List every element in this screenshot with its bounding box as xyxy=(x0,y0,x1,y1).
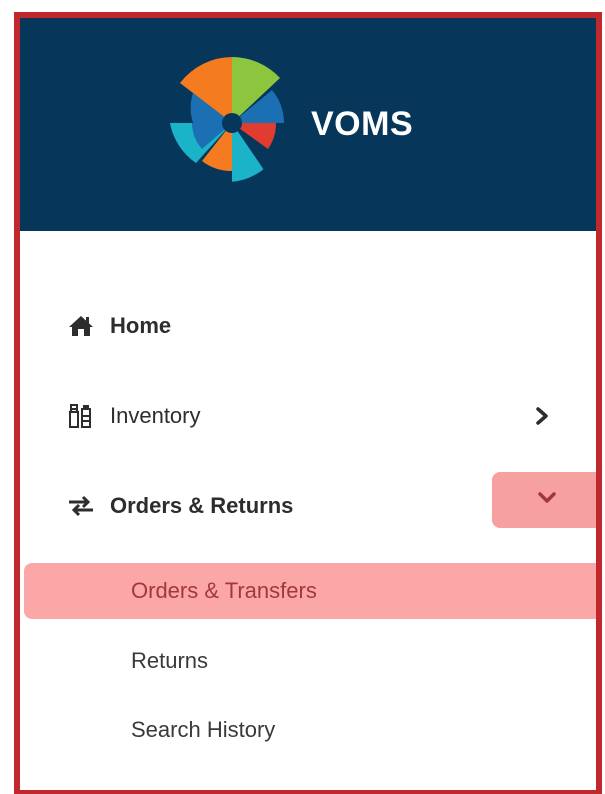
chevron-down-icon xyxy=(537,491,557,510)
nav-item-inventory[interactable]: Inventory xyxy=(20,394,596,438)
submenu-item-returns[interactable]: Returns xyxy=(131,646,208,676)
nav-item-home[interactable]: Home xyxy=(20,304,596,348)
submenu-item-orders-transfers[interactable]: Orders & Transfers xyxy=(131,576,317,606)
nav-label-orders-returns: Orders & Returns xyxy=(110,493,294,518)
nav-label-inventory: Inventory xyxy=(110,403,201,428)
transfer-arrows-icon xyxy=(66,491,96,521)
nav-label-home: Home xyxy=(110,313,172,338)
submenu-item-search-history[interactable]: Search History xyxy=(131,715,275,745)
sidebar-header: VOMS xyxy=(20,18,596,231)
brand-name: VOMS xyxy=(311,105,414,143)
voms-logo-icon[interactable] xyxy=(170,48,290,188)
home-icon xyxy=(66,311,96,341)
chevron-right-icon[interactable] xyxy=(530,401,554,431)
vaccine-vials-icon xyxy=(66,401,96,431)
sidebar-frame: VOMS Home Inventory Orders & Returns Ord… xyxy=(14,12,602,794)
collapse-orders-button[interactable] xyxy=(492,472,596,528)
